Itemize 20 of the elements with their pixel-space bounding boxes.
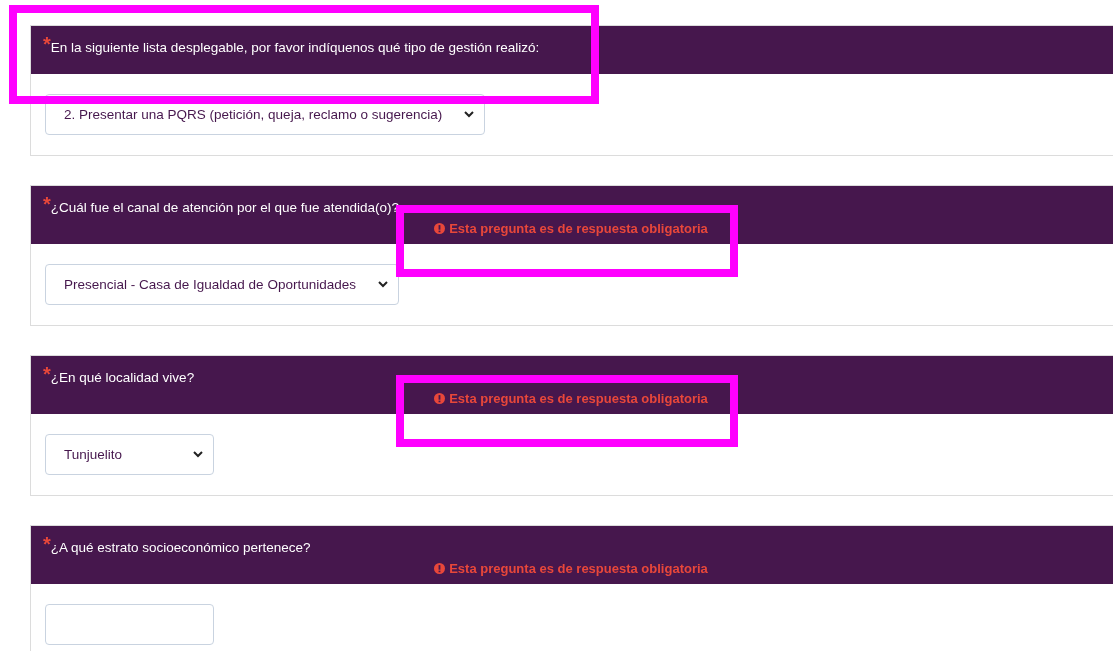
question-title: ¿Cuál fue el canal de atención por el que fue atendida(o)? — [50, 200, 400, 217]
required-asterisk: * — [43, 536, 51, 552]
alert-icon — [434, 563, 446, 574]
error-message: Esta pregunta es de respuesta obligatoria — [434, 221, 708, 236]
alert-icon — [434, 393, 446, 404]
question-title: ¿A qué estrato socioeconómico pertenece? — [50, 540, 311, 557]
chevron-down-icon — [464, 111, 475, 118]
dropdown-select[interactable] — [45, 604, 214, 645]
error-message: Esta pregunta es de respuesta obligatoria — [434, 391, 708, 406]
question-title: En la siguiente lista desplegable, por favor indíquenos qué tipo de gestión realizó: — [50, 40, 540, 57]
error-message: Esta pregunta es de respuesta obligatoria — [434, 561, 708, 576]
dropdown-select[interactable]: Tunjuelito — [45, 434, 214, 475]
chevron-down-icon — [377, 281, 388, 288]
alert-icon — [434, 223, 446, 234]
chevron-down-icon — [193, 451, 203, 458]
dropdown-select[interactable]: Presencial - Casa de Igualdad de Oportunidades — [45, 264, 399, 305]
required-asterisk: * — [43, 196, 51, 212]
required-asterisk: * — [43, 36, 51, 52]
required-asterisk: * — [43, 366, 51, 382]
question-title: ¿En qué localidad vive? — [50, 370, 195, 387]
